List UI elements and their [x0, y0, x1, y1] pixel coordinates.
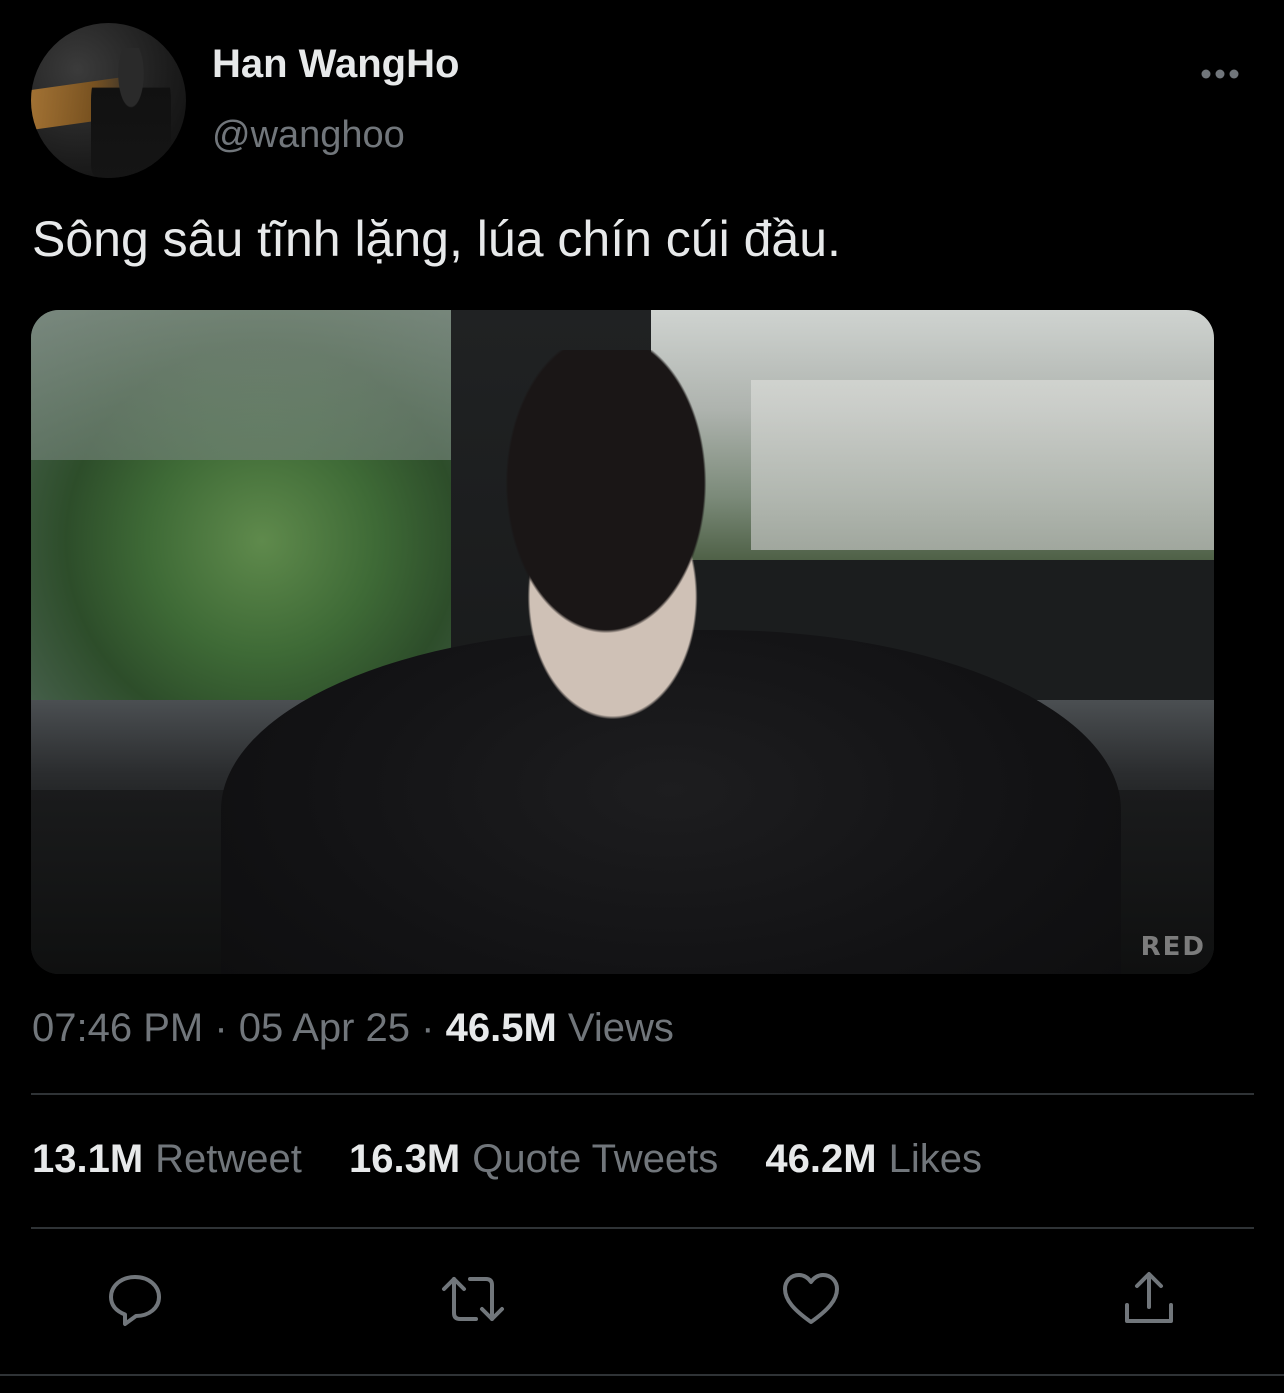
heart-icon [783, 1273, 839, 1324]
meta-separator: · [421, 1006, 435, 1050]
retweet-icon [442, 1277, 504, 1321]
like-button[interactable] [778, 1266, 844, 1332]
action-bar [0, 1266, 1284, 1336]
reply-icon [109, 1275, 161, 1326]
image-sky [31, 310, 451, 460]
image-person-head [441, 350, 771, 730]
likes-label: Likes [888, 1137, 982, 1181]
tweet-time: 07:46 PM [32, 1006, 204, 1050]
image-watermark: RED [1140, 932, 1206, 962]
likes-count: 46.2M [765, 1137, 877, 1181]
meta-separator: · [214, 1006, 228, 1050]
tweet-meta: 07:46 PM · 05 Apr 25 · 46.5M Views [32, 1006, 674, 1051]
engagement-stats: 13.1M Retweet 16.3M Quote Tweets 46.2M Like… [32, 1137, 1018, 1182]
tweet-date: 05 Apr 25 [238, 1006, 411, 1050]
stat-likes[interactable]: 46.2M Likes [765, 1137, 1018, 1181]
views-label: Views [567, 1006, 674, 1050]
retweet-count: 13.1M [32, 1137, 144, 1181]
stat-retweets[interactable]: 13.1M Retweet [32, 1137, 349, 1181]
avatar-photo-person [91, 48, 171, 178]
views-count: 46.5M [445, 1006, 557, 1050]
share-icon [1125, 1272, 1173, 1323]
tweet-image[interactable]: RED [31, 310, 1214, 974]
retweet-button[interactable] [440, 1266, 506, 1332]
tweet-text: Sông sâu tĩnh lặng, lúa chín cúi đầu. [32, 211, 841, 267]
display-name[interactable]: Han WangHo [212, 42, 459, 87]
divider [31, 1227, 1254, 1229]
avatar[interactable] [31, 23, 186, 178]
stat-quote-tweets[interactable]: 16.3M Quote Tweets [349, 1137, 765, 1181]
divider [31, 1093, 1254, 1095]
retweet-label: Retweet [155, 1137, 302, 1181]
reply-button[interactable] [102, 1266, 168, 1332]
share-button[interactable] [1116, 1266, 1182, 1332]
quote-count: 16.3M [349, 1137, 461, 1181]
quote-label: Quote Tweets [472, 1137, 719, 1181]
more-button[interactable] [1196, 56, 1244, 92]
more-icon [1201, 69, 1239, 79]
handle[interactable]: @wanghoo [212, 114, 405, 157]
bottom-divider [0, 1374, 1284, 1376]
image-buildings-wall [751, 380, 1214, 550]
